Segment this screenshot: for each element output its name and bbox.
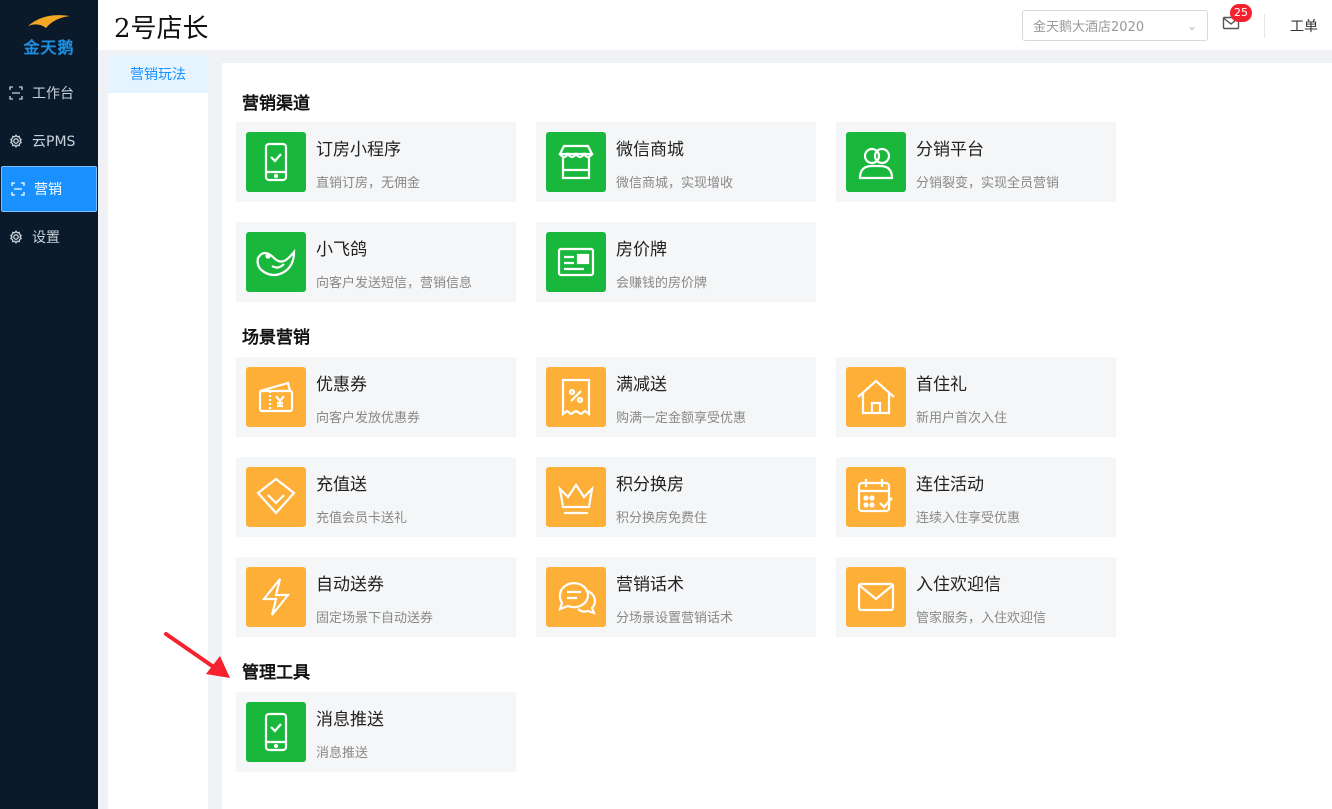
sidebar-item-label: 设置 xyxy=(32,230,60,246)
annotation-arrow-icon xyxy=(164,632,230,678)
phone-check-icon xyxy=(246,702,306,762)
sidebar-item-pms[interactable]: 云PMS xyxy=(0,118,98,164)
card-desc: 管家服务，入住欢迎信 xyxy=(916,611,1047,626)
sidebar: 金天鹅 工作台 云PMS 营销 设置 xyxy=(0,0,98,809)
card-title: 优惠券 xyxy=(316,375,367,395)
mail-badge: 25 xyxy=(1230,4,1252,22)
card-desc: 直销订房，无佣金 xyxy=(316,176,421,191)
card-title: 微信商城 xyxy=(616,140,684,160)
header: 2号店长 金天鹅大酒店2020 ⌄ 25 工单 xyxy=(98,0,1332,50)
sidebar-item-label: 工作台 xyxy=(32,86,74,102)
calendar-check-icon xyxy=(846,467,906,527)
card-title: 首住礼 xyxy=(916,375,967,395)
card-title: 满减送 xyxy=(616,375,667,395)
header-divider xyxy=(1264,14,1265,38)
coupon-icon xyxy=(246,367,306,427)
card-recharge-gift[interactable]: 充值送 充值会员卡送礼 xyxy=(236,457,516,537)
logo: 金天鹅 xyxy=(0,0,98,68)
hotel-select-value: 金天鹅大酒店2020 xyxy=(1033,20,1145,35)
envelope-icon xyxy=(846,567,906,627)
sidebar-item-settings[interactable]: 设置 xyxy=(0,214,98,260)
card-consecutive-stay[interactable]: 连住活动 连续入住享受优惠 xyxy=(836,457,1116,537)
card-desc: 连续入住享受优惠 xyxy=(916,511,1021,526)
card-title: 分销平台 xyxy=(916,140,984,160)
main-content: 营销渠道 订房小程序 直销订房，无佣金 微信商城 微信商城，实现增收 分销平台 … xyxy=(222,63,1332,809)
card-title: 消息推送 xyxy=(316,710,384,730)
card-sms-pigeon[interactable]: 小飞鸽 向客户发送短信，营销信息 xyxy=(236,222,516,302)
card-title: 连住活动 xyxy=(916,475,984,495)
card-desc: 分场景设置营销话术 xyxy=(616,611,734,626)
card-title: 入住欢迎信 xyxy=(916,575,1001,595)
card-title: 积分换房 xyxy=(616,475,684,495)
brand-title: 2号店长 xyxy=(114,14,209,44)
hotel-select[interactable]: 金天鹅大酒店2020 ⌄ xyxy=(1022,10,1208,41)
card-desc: 会赚钱的房价牌 xyxy=(616,276,708,291)
card-marketing-script[interactable]: 营销话术 分场景设置营销话术 xyxy=(536,557,816,637)
card-points-exchange[interactable]: 积分换房 积分换房免费住 xyxy=(536,457,816,537)
card-desc: 向客户发放优惠券 xyxy=(316,411,421,426)
sidebar-item-marketing[interactable]: 营销 xyxy=(1,166,97,212)
scan-icon xyxy=(8,85,24,101)
card-title: 营销话术 xyxy=(616,575,684,595)
card-desc: 分销裂变，实现全员营销 xyxy=(916,176,1060,191)
sub-nav: 营销玩法 xyxy=(108,55,208,809)
card-welcome-letter[interactable]: 入住欢迎信 管家服务，入住欢迎信 xyxy=(836,557,1116,637)
bird-icon xyxy=(246,232,306,292)
card-title: 自动送券 xyxy=(316,575,384,595)
chat-icon xyxy=(546,567,606,627)
card-wechat-mall[interactable]: 微信商城 微信商城，实现增收 xyxy=(536,122,816,202)
card-desc: 消息推送 xyxy=(316,746,369,761)
sidebar-item-workbench[interactable]: 工作台 xyxy=(0,70,98,116)
card-desc: 积分换房免费住 xyxy=(616,511,708,526)
section-title: 营销渠道 xyxy=(242,94,310,114)
chevron-down-icon: ⌄ xyxy=(1186,18,1197,33)
card-title: 订房小程序 xyxy=(316,140,401,160)
card-desc: 购满一定金额享受优惠 xyxy=(616,411,747,426)
lightning-icon xyxy=(246,567,306,627)
scan-icon xyxy=(10,181,26,197)
ticket-link[interactable]: 工单 xyxy=(1290,16,1318,36)
house-icon xyxy=(846,367,906,427)
gear-icon xyxy=(8,133,24,149)
sidebar-item-label: 营销 xyxy=(34,182,62,198)
users-icon xyxy=(846,132,906,192)
card-desc: 微信商城，实现增收 xyxy=(616,176,734,191)
card-title: 小飞鸽 xyxy=(316,240,367,260)
card-price-board[interactable]: 房价牌 会赚钱的房价牌 xyxy=(536,222,816,302)
section-title: 管理工具 xyxy=(242,663,310,683)
percent-icon xyxy=(546,367,606,427)
card-title: 房价牌 xyxy=(616,240,667,260)
swan-logo-icon xyxy=(28,15,70,28)
card-first-stay-gift[interactable]: 首住礼 新用户首次入住 xyxy=(836,357,1116,437)
subnav-item-marketing-play[interactable]: 营销玩法 xyxy=(108,55,208,93)
card-message-push[interactable]: 消息推送 消息推送 xyxy=(236,692,516,772)
store-icon xyxy=(546,132,606,192)
section-title: 场景营销 xyxy=(242,328,310,348)
card-auto-coupon[interactable]: 自动送券 固定场景下自动送券 xyxy=(236,557,516,637)
price-board-icon xyxy=(546,232,606,292)
card-distribution[interactable]: 分销平台 分销裂变，实现全员营销 xyxy=(836,122,1116,202)
card-coupon[interactable]: 优惠券 向客户发放优惠券 xyxy=(236,357,516,437)
card-booking-miniapp[interactable]: 订房小程序 直销订房，无佣金 xyxy=(236,122,516,202)
crown-icon xyxy=(546,467,606,527)
sidebar-item-label: 云PMS xyxy=(32,134,76,150)
card-full-reduction[interactable]: 满减送 购满一定金额享受优惠 xyxy=(536,357,816,437)
logo-text: 金天鹅 xyxy=(23,38,75,57)
phone-check-icon xyxy=(246,132,306,192)
card-desc: 新用户首次入住 xyxy=(916,411,1008,426)
card-desc: 向客户发送短信，营销信息 xyxy=(316,276,473,291)
card-desc: 充值会员卡送礼 xyxy=(316,511,408,526)
gear-icon xyxy=(8,229,24,245)
diamond-icon xyxy=(246,467,306,527)
card-desc: 固定场景下自动送券 xyxy=(316,611,434,626)
card-title: 充值送 xyxy=(316,475,367,495)
